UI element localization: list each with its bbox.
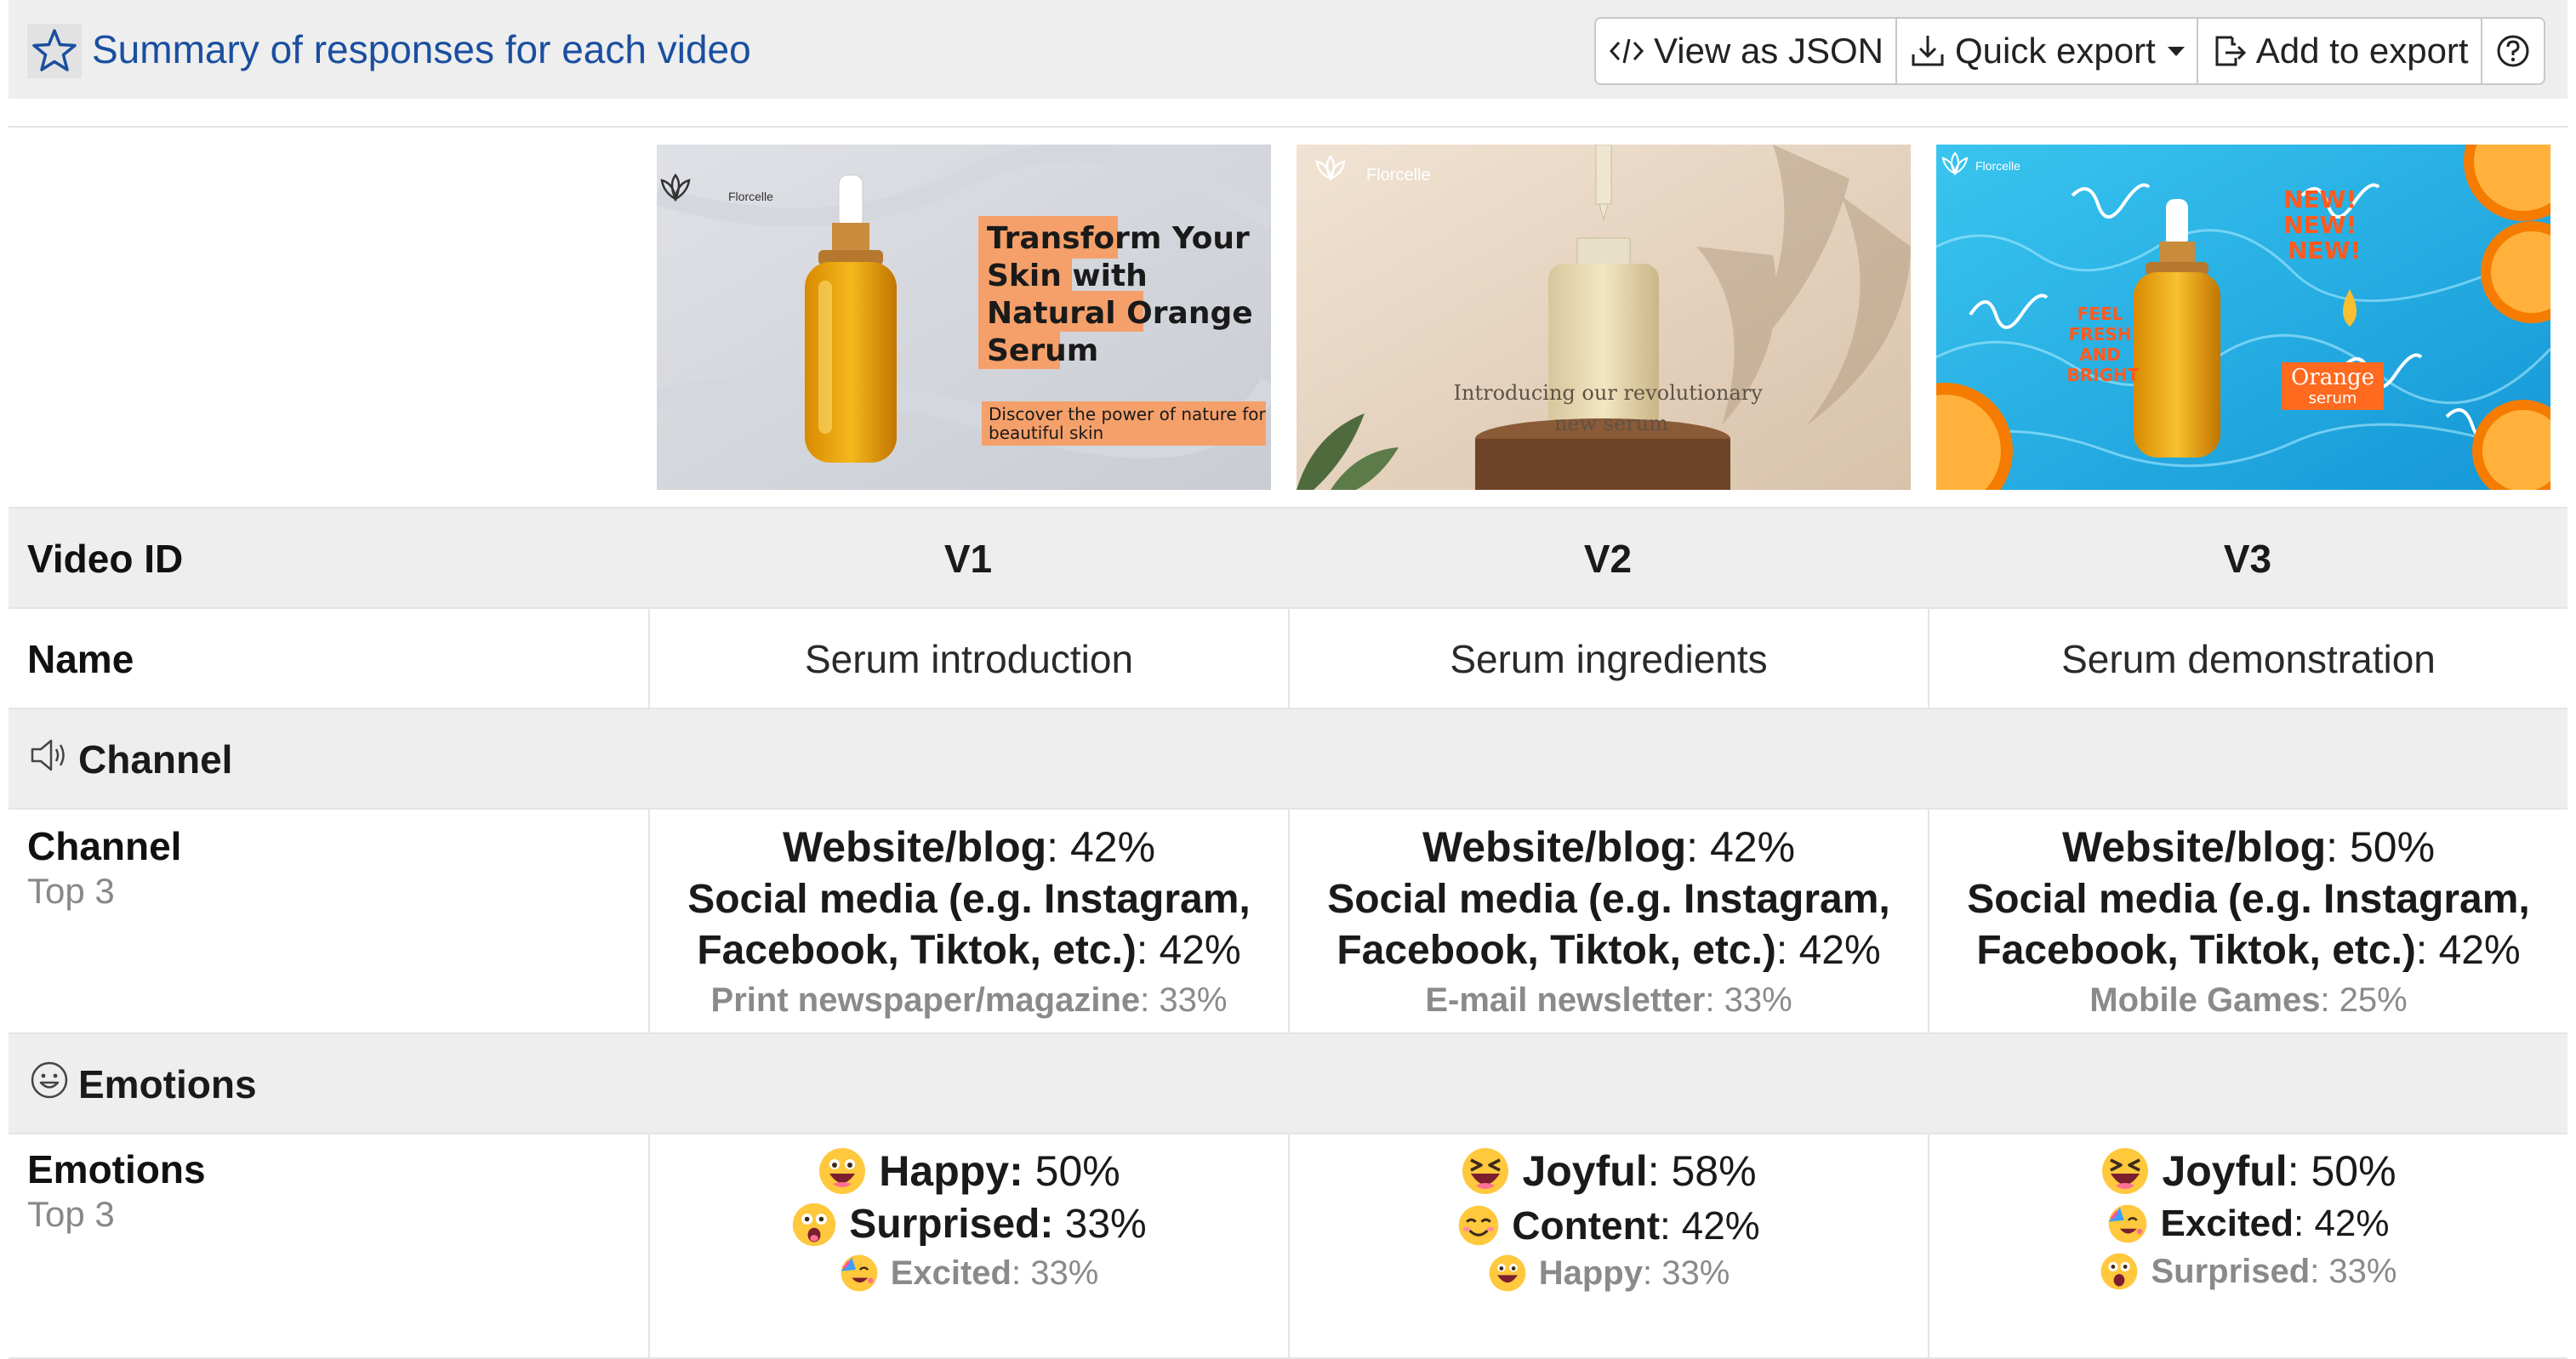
channel-row: Channel Top 3 Website/blog: 42% Social m… (9, 810, 2567, 1034)
channel-stat: Website/blog: 42% (782, 823, 1156, 871)
joyful-emoji-icon (2102, 1148, 2149, 1194)
code-icon (1609, 38, 1644, 64)
video-id-row: Video ID V1 V2 V3 (9, 509, 2567, 609)
svg-text:NEW! NEW!: NEW! NEW! NEW! (2283, 185, 2365, 264)
channel-cell-v2: Website/blog: 42% Social media (e.g. Ins… (1288, 810, 1928, 1032)
emotion-stat: Excited: 42% (1929, 1203, 2567, 1245)
video-thumbnail-v2[interactable]: Florcelle Introducing our revolutionary … (1297, 145, 1911, 490)
surprised-emoji-icon (2101, 1253, 2138, 1290)
video-id-v1: V1 (943, 537, 993, 581)
emotions-section-header: Emotions (9, 1034, 2567, 1134)
emotion-stat: Happy: 33% (1290, 1254, 1928, 1293)
emotion-stat: Joyful: 58% (1290, 1146, 1928, 1196)
emotions-row: Emotions Top 3 Happy: 50% Surprised: 33%… (9, 1134, 2567, 1359)
svg-text:Florcelle: Florcelle (728, 190, 773, 203)
panel-header: Summary of responses for each video View… (9, 0, 2567, 99)
svg-text:Florcelle: Florcelle (1975, 159, 2020, 173)
joyful-emoji-icon (1462, 1148, 1509, 1194)
channel-label: Channel (27, 824, 182, 868)
quick-export-label: Quick export (1955, 31, 2156, 71)
video-name-v1: Serum introduction (804, 637, 1134, 681)
export-icon (2215, 36, 2246, 66)
emotion-stat: Happy: 50% (650, 1146, 1288, 1196)
emotions-cell-v2: Joyful: 58% Content: 42% Happy: 33% (1288, 1134, 1928, 1357)
channel-stat: Website/blog: 50% (2061, 823, 2436, 871)
channel-stat: Social media (e.g. Instagram, (1967, 877, 2530, 922)
chevron-down-icon (2167, 46, 2185, 56)
happy-emoji-icon (819, 1148, 866, 1194)
channel-stat: Facebook, Tiktok, etc.): 42% (1976, 928, 2521, 973)
channel-stat: Website/blog: 42% (1422, 823, 1796, 871)
quick-export-button[interactable]: Quick export (1897, 19, 2198, 83)
channel-stat: Mobile Games: 25% (2089, 981, 2408, 1019)
channel-stat: Facebook, Tiktok, etc.): 42% (1336, 928, 1881, 973)
emotion-stat: Surprised: 33% (650, 1201, 1288, 1248)
video-id-v3: V3 (2223, 537, 2272, 581)
channel-stat: E-mail newsletter: 33% (1425, 981, 1792, 1019)
emotion-stat: Surprised: 33% (1929, 1252, 2567, 1291)
channel-stat: Social media (e.g. Instagram, (687, 877, 1251, 922)
emotion-stat: Excited: 33% (650, 1254, 1288, 1293)
view-as-json-button[interactable]: View as JSON (1596, 19, 1897, 83)
empty-cell (9, 128, 648, 507)
channel-sublabel: Top 3 (27, 871, 115, 911)
speaker-icon (31, 739, 65, 771)
star-icon[interactable] (27, 24, 82, 78)
video-thumbnail-v3[interactable]: Florcelle NEW! NEW! NEW! FEEL FRESH AND (1936, 145, 2550, 490)
happy-emoji-icon (1489, 1254, 1526, 1292)
emotions-label: Emotions (27, 1147, 206, 1191)
channel-stat: Facebook, Tiktok, etc.): 42% (697, 928, 1241, 973)
smiley-icon (31, 1061, 68, 1099)
svg-text:serum: serum (2309, 390, 2357, 407)
video-name-v3: Serum demonstration (2061, 637, 2436, 681)
thumbnail-cell-v1: Florcelle Transform Your Skin with Natur… (648, 128, 1288, 507)
channel-stat: Print newspaper/magazine: 33% (710, 981, 1228, 1019)
channel-stat: Social media (e.g. Instagram, (1327, 877, 1890, 922)
panel-title: Summary of responses for each video (92, 27, 751, 71)
video-name-v2: Serum ingredients (1450, 637, 1768, 681)
thumbnail-row: Florcelle Transform Your Skin with Natur… (9, 128, 2567, 509)
svg-text:Orange: Orange (2291, 365, 2374, 390)
download-icon (1912, 36, 1944, 66)
toolbar: View as JSON Quick export Add to export (1594, 17, 2545, 85)
video-id-label: Video ID (27, 537, 184, 581)
excited-emoji-icon (841, 1254, 878, 1292)
emotion-stat: Content: 42% (1290, 1203, 1928, 1248)
add-to-export-label: Add to export (2255, 31, 2469, 71)
emotions-cell-v1: Happy: 50% Surprised: 33% Excited: 33% (648, 1134, 1288, 1357)
emotions-cell-v3: Joyful: 50% Excited: 42% Surprised: 33% (1928, 1134, 2567, 1357)
video-thumbnail-v1[interactable]: Florcelle Transform Your Skin with Natur… (657, 145, 1271, 490)
video-id-v2: V2 (1583, 537, 1633, 581)
channel-cell-v1: Website/blog: 42% Social media (e.g. Ins… (648, 810, 1288, 1032)
channel-section-title: Channel (78, 737, 233, 782)
svg-text:Florcelle: Florcelle (1366, 166, 1431, 185)
emotion-stat: Joyful: 50% (1929, 1146, 2567, 1196)
surprised-emoji-icon (793, 1203, 836, 1246)
channel-cell-v3: Website/blog: 50% Social media (e.g. Ins… (1928, 810, 2567, 1032)
help-icon (2497, 35, 2529, 67)
channel-section-header: Channel (9, 709, 2567, 810)
thumbnail-cell-v2: Florcelle Introducing our revolutionary … (1288, 128, 1928, 507)
help-button[interactable] (2482, 19, 2544, 83)
view-as-json-label: View as JSON (1654, 31, 1884, 71)
emotions-section-title: Emotions (78, 1062, 257, 1106)
emotions-sublabel: Top 3 (27, 1194, 115, 1234)
excited-emoji-icon (2109, 1204, 2147, 1243)
content-emoji-icon (1459, 1205, 1499, 1246)
video-summary-table: Florcelle Transform Your Skin with Natur… (9, 126, 2567, 1359)
name-row: Name Serum introduction Serum ingredient… (9, 609, 2567, 709)
add-to-export-button[interactable]: Add to export (2198, 19, 2482, 83)
name-label: Name (27, 637, 134, 681)
thumbnail-cell-v3: Florcelle NEW! NEW! NEW! FEEL FRESH AND (1928, 128, 2567, 507)
